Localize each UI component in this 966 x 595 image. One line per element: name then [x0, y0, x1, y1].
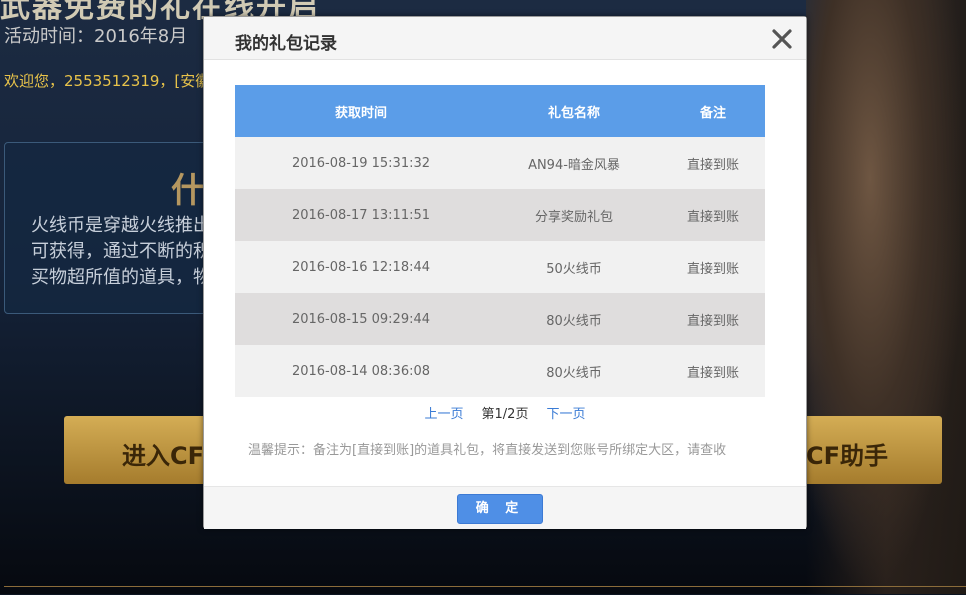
info-panel-text: 火线币是穿越火线推出 可获得，通过不断的积 买物超所值的道具，物	[31, 213, 221, 291]
row-time: 2016-08-16 12:18:44	[235, 241, 487, 293]
dialog-header: 我的礼包记录	[204, 17, 806, 60]
enter-cf-button[interactable]: 进入CF	[64, 416, 224, 484]
table-row: 2016-08-14 08:36:08 80火线币 直接到账	[235, 345, 765, 397]
prev-page-link[interactable]: 上一页	[425, 407, 464, 422]
table-header-row: 获取时间 礼包名称 备注	[235, 85, 765, 137]
confirm-button[interactable]: 确 定	[457, 494, 543, 524]
info-panel-line: 可获得，通过不断的积	[31, 241, 211, 262]
row-time: 2016-08-17 13:11:51	[235, 189, 487, 241]
cf-assistant-label: CF助手	[806, 442, 889, 470]
next-page-link[interactable]: 下一页	[546, 407, 585, 422]
info-panel-title: 什	[171, 171, 205, 211]
row-note: 直接到账	[661, 189, 765, 241]
column-header-gift-name: 礼包名称	[487, 85, 661, 137]
info-panel: 什 火线币是穿越火线推出 可获得，通过不断的积 买物超所值的道具，物	[4, 142, 226, 314]
page-indicator: 第1/2页	[481, 407, 529, 422]
dialog-footer: 确 定	[204, 486, 806, 529]
column-header-note: 备注	[661, 85, 765, 137]
row-time: 2016-08-14 08:36:08	[235, 345, 487, 397]
table-row: 2016-08-16 12:18:44 50火线币 直接到账	[235, 241, 765, 293]
row-note: 直接到账	[661, 241, 765, 293]
row-gift-name: 80火线币	[487, 345, 661, 397]
welcome-text: 欢迎您，2553512319，[安徽	[4, 72, 211, 90]
cf-assistant-button[interactable]: CF助手	[790, 416, 942, 484]
info-panel-line: 买物超所值的道具，物	[31, 267, 211, 288]
gift-record-dialog: 我的礼包记录 获取时间 礼包名称 备注 2016-08-19 15:31:32 …	[203, 16, 807, 529]
table-row: 2016-08-19 15:31:32 AN94-暗金风暴 直接到账	[235, 137, 765, 189]
activity-time-text: 活动时间：2016年8月	[4, 26, 188, 47]
row-note: 直接到账	[661, 345, 765, 397]
row-time: 2016-08-15 09:29:44	[235, 293, 487, 345]
enter-cf-label: 进入CF	[122, 442, 205, 470]
pagination: 上一页 第1/2页 下一页	[204, 403, 806, 422]
row-gift-name: 50火线币	[487, 241, 661, 293]
column-header-time: 获取时间	[235, 85, 487, 137]
info-panel-line: 火线币是穿越火线推出	[31, 215, 211, 236]
row-time: 2016-08-19 15:31:32	[235, 137, 487, 189]
character-art	[806, 0, 966, 594]
row-gift-name: 分享奖励礼包	[487, 189, 661, 241]
dialog-title: 我的礼包记录	[235, 34, 337, 54]
row-gift-name: 80火线币	[487, 293, 661, 345]
row-note: 直接到账	[661, 137, 765, 189]
row-note: 直接到账	[661, 293, 765, 345]
table-row: 2016-08-15 09:29:44 80火线币 直接到账	[235, 293, 765, 345]
tip-text: 温馨提示：备注为[直接到账]的道具礼包，将直接发送到您账号所绑定大区，请查收	[248, 443, 727, 458]
gift-record-table: 获取时间 礼包名称 备注 2016-08-19 15:31:32 AN94-暗金…	[235, 85, 765, 397]
close-icon[interactable]	[770, 27, 794, 51]
table-row: 2016-08-17 13:11:51 分享奖励礼包 直接到账	[235, 189, 765, 241]
row-gift-name: AN94-暗金风暴	[487, 137, 661, 189]
